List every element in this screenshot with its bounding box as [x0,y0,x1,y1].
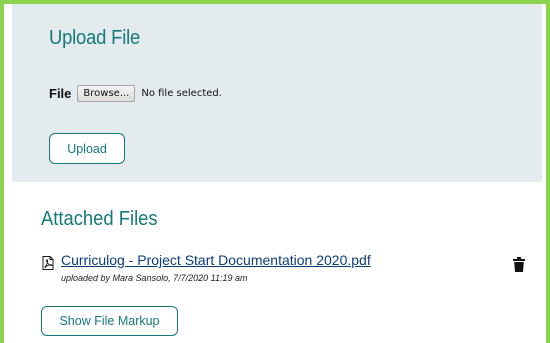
file-input-row: File Browse... No file selected. [49,84,222,102]
upload-file-heading: Upload File [49,27,141,49]
uploaded-by-text: uploaded by Mara Sansolo, 7/7/2020 11:19… [61,273,248,283]
file-label: File [49,85,72,101]
upload-button[interactable]: Upload [49,133,125,164]
trash-icon[interactable] [513,257,525,272]
browse-button[interactable]: Browse... [77,84,136,102]
attached-files-heading: Attached Files [41,208,158,230]
pdf-icon [42,256,54,270]
show-file-markup-button[interactable]: Show File Markup [41,306,178,336]
no-file-selected-text: No file selected. [141,87,222,99]
file-attachments-panel: Upload File File Browse... No file selec… [0,0,550,343]
attached-file-link[interactable]: Curriculog - Project Start Documentation… [61,252,371,268]
upload-file-section: Upload File File Browse... No file selec… [12,4,542,182]
